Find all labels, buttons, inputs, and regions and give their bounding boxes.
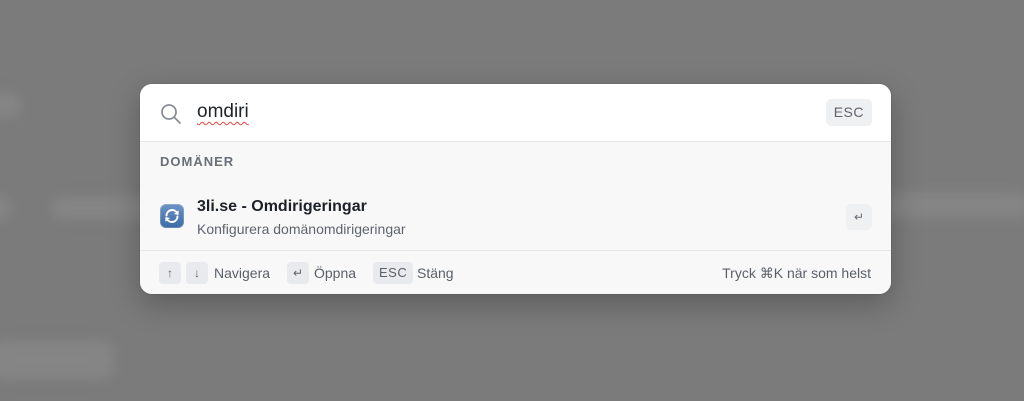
search-input[interactable]: omdiri xyxy=(197,101,797,127)
shortcut-hint: Tryck ⌘K när som helst xyxy=(722,265,871,281)
background-blur xyxy=(0,194,10,222)
esc-button[interactable]: ESC xyxy=(825,99,872,126)
result-item-redirects[interactable]: 3li.se - Omdirigeringar Konfigurera domä… xyxy=(140,188,891,246)
navigate-hint: Navigera xyxy=(214,265,271,281)
keyboard-hints-footer: ↑ ↓ Navigera ↵ Öppna ESC Stäng Tryck ⌘K … xyxy=(140,250,891,294)
arrow-down-key: ↓ xyxy=(186,262,208,284)
search-bar: omdiri ESC xyxy=(140,84,891,142)
sync-icon xyxy=(160,204,184,228)
search-query: omdiri xyxy=(197,101,249,122)
background-blur xyxy=(0,340,115,380)
arrow-up-key: ↑ xyxy=(159,262,181,284)
result-title: 3li.se - Omdirigeringar xyxy=(197,198,367,215)
background-blur xyxy=(880,192,1024,218)
search-icon xyxy=(161,104,181,124)
esc-key: ESC xyxy=(373,262,414,284)
enter-key-icon: ↵ xyxy=(846,204,872,230)
command-palette: omdiri ESC DOMÄNER 3li.se - Omdirigering… xyxy=(140,84,891,294)
background-blur xyxy=(0,92,22,118)
result-subtitle: Konfigurera domänomdirigeringar xyxy=(197,221,406,237)
open-hint: Öppna xyxy=(314,265,357,281)
section-header-domains: DOMÄNER xyxy=(160,154,235,169)
enter-key: ↵ xyxy=(287,262,309,284)
close-hint: Stäng xyxy=(417,265,454,281)
